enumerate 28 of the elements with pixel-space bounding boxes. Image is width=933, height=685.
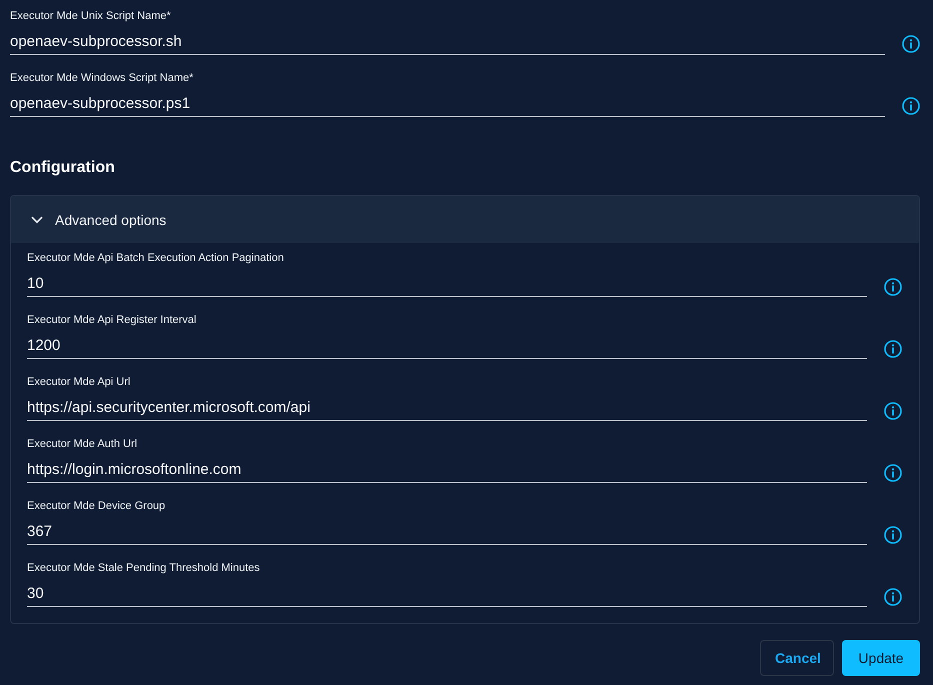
text-field[interactable]: 367 (27, 513, 867, 545)
field-label: Executor Mde Api Batch Execution Action Pagination (27, 251, 284, 265)
field-label: Executor Mde Api Url (27, 375, 130, 389)
field-label: Executor Mde Unix Script Name* (10, 9, 171, 23)
text-field[interactable]: openaev-subprocessor.ps1 (10, 85, 885, 117)
info-icon[interactable] (884, 278, 902, 296)
field-label: Executor Mde Api Register Interval (27, 313, 196, 327)
field-label: Executor Mde Stale Pending Threshold Minutes (27, 561, 260, 575)
cancel-button[interactable]: Cancel (760, 640, 834, 676)
info-icon[interactable] (902, 35, 920, 53)
field-label: Executor Mde Device Group (27, 499, 166, 513)
field-label: Executor Mde Auth Url (27, 437, 138, 451)
update-button[interactable]: Update (842, 640, 920, 676)
accordion-header[interactable]: Advanced options (11, 196, 919, 243)
info-icon[interactable] (884, 340, 902, 358)
info-icon[interactable] (884, 402, 902, 420)
text-field[interactable]: openaev-subprocessor.sh (10, 23, 885, 55)
info-icon[interactable] (884, 526, 902, 544)
info-icon[interactable] (884, 588, 902, 606)
text-field[interactable]: 1200 (27, 327, 867, 359)
text-field[interactable]: https://api.securitycenter.microsoft.com/api (27, 389, 867, 421)
text-field[interactable]: 10 (27, 265, 867, 297)
info-icon[interactable] (902, 97, 920, 115)
section-heading: Configuration (10, 158, 115, 178)
info-icon[interactable] (884, 464, 902, 482)
text-field[interactable]: 30 (27, 575, 867, 607)
field-label: Executor Mde Windows Script Name* (10, 71, 194, 85)
text-field[interactable]: https://login.microsoftonline.com (27, 451, 867, 483)
